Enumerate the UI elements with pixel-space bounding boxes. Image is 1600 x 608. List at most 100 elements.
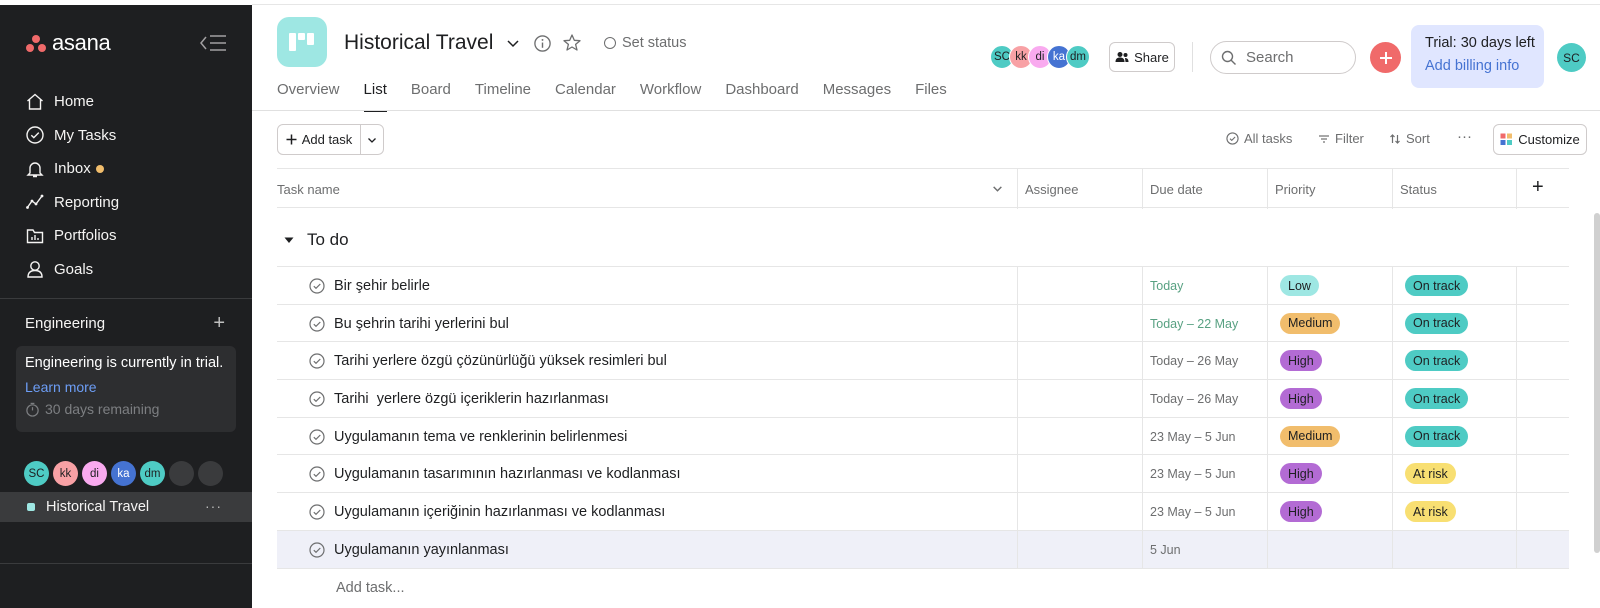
task-name[interactable]: Bu şehrin tarihi yerlerini bul bbox=[334, 316, 509, 332]
priority-badge[interactable]: High bbox=[1280, 501, 1322, 523]
sidebar-item-reporting[interactable]: Reporting bbox=[0, 186, 252, 220]
table-row[interactable]: Uygulamanın tema ve renklerinin belirlen… bbox=[277, 417, 1569, 456]
task-name[interactable]: Bir şehir belirle bbox=[334, 278, 430, 294]
table-row[interactable]: Uygulamanın yayınlanması 5 Jun bbox=[277, 530, 1569, 569]
user-avatar[interactable]: SC bbox=[1557, 43, 1586, 72]
status-badge[interactable]: On track bbox=[1405, 388, 1469, 410]
due-date[interactable]: 23 May – 5 Jun bbox=[1150, 505, 1235, 519]
project-members[interactable]: SC kk di ka dm bbox=[990, 45, 1090, 69]
star-icon[interactable] bbox=[562, 33, 582, 53]
asana-logo[interactable]: asana bbox=[26, 30, 111, 56]
tab-files[interactable]: Files bbox=[915, 81, 947, 111]
tab-calendar[interactable]: Calendar bbox=[555, 81, 616, 111]
tab-list[interactable]: List bbox=[363, 81, 388, 112]
due-date[interactable]: Today – 26 May bbox=[1150, 392, 1238, 406]
tab-overview[interactable]: Overview bbox=[277, 81, 340, 111]
chevron-down-icon[interactable] bbox=[992, 183, 1003, 194]
due-date[interactable]: 23 May – 5 Jun bbox=[1150, 467, 1235, 481]
task-name[interactable]: Uygulamanın içeriğinin hazırlanması ve k… bbox=[334, 504, 665, 520]
more-options-button[interactable]: ··· bbox=[1457, 128, 1472, 145]
triangle-down-icon[interactable] bbox=[283, 234, 295, 246]
chevron-down-icon[interactable] bbox=[505, 35, 521, 51]
priority-badge[interactable]: High bbox=[1280, 350, 1322, 372]
all-tasks-filter[interactable]: All tasks bbox=[1226, 131, 1292, 146]
status-badge[interactable]: At risk bbox=[1405, 463, 1456, 485]
trial-banner[interactable]: Trial: 30 days left Add billing info bbox=[1411, 25, 1544, 88]
sidebar-item-goals[interactable]: Goals bbox=[0, 253, 252, 287]
avatar[interactable]: kk bbox=[53, 461, 78, 486]
complete-task-icon[interactable] bbox=[309, 504, 325, 520]
column-assignee[interactable]: Assignee bbox=[1025, 182, 1078, 197]
table-row[interactable]: Tarihi yerlere özgü çözünürlüğü yüksek r… bbox=[277, 342, 1569, 381]
assignee-cell[interactable] bbox=[1018, 418, 1142, 455]
task-name[interactable]: Tarihi yerlere özgü çözünürlüğü yüksek r… bbox=[334, 353, 667, 369]
sidebar-item-inbox[interactable]: Inbox bbox=[0, 152, 252, 186]
project-more-button[interactable]: ··· bbox=[205, 498, 222, 514]
add-billing-link[interactable]: Add billing info bbox=[1425, 58, 1544, 74]
quick-add-button[interactable] bbox=[1370, 42, 1401, 73]
customize-button[interactable]: Customize bbox=[1493, 124, 1587, 155]
complete-task-icon[interactable] bbox=[309, 316, 325, 332]
tab-timeline[interactable]: Timeline bbox=[475, 81, 531, 111]
column-status[interactable]: Status bbox=[1400, 182, 1437, 197]
add-column-button[interactable]: + bbox=[1532, 176, 1544, 199]
collapse-sidebar-icon[interactable] bbox=[199, 33, 227, 53]
scrollbar[interactable] bbox=[1594, 213, 1600, 553]
avatar[interactable]: dm bbox=[1066, 45, 1090, 69]
priority-badge[interactable]: High bbox=[1280, 388, 1322, 410]
add-task-inline[interactable]: Add task... bbox=[336, 580, 405, 596]
task-name[interactable]: Uygulamanın yayınlanması bbox=[334, 542, 509, 558]
complete-task-icon[interactable] bbox=[309, 429, 325, 445]
status-badge[interactable]: On track bbox=[1405, 312, 1469, 334]
learn-more-link[interactable]: Learn more bbox=[25, 379, 227, 395]
status-badge[interactable]: On track bbox=[1405, 425, 1469, 447]
add-task-main[interactable]: Add task bbox=[278, 125, 361, 154]
sidebar-item-my-tasks[interactable]: My Tasks bbox=[0, 119, 252, 153]
avatar[interactable]: dm bbox=[140, 461, 165, 486]
project-title[interactable]: Historical Travel bbox=[344, 31, 493, 55]
status-badge[interactable]: On track bbox=[1405, 350, 1469, 372]
column-priority[interactable]: Priority bbox=[1275, 182, 1315, 197]
sidebar-item-home[interactable]: Home bbox=[0, 85, 252, 119]
priority-badge[interactable]: Low bbox=[1280, 275, 1319, 296]
assignee-cell[interactable] bbox=[1018, 531, 1142, 568]
due-date[interactable]: Today – 22 May bbox=[1150, 317, 1238, 331]
table-row[interactable]: Uygulamanın tasarımının hazırlanması ve … bbox=[277, 455, 1569, 494]
info-icon[interactable] bbox=[533, 34, 552, 53]
assignee-cell[interactable] bbox=[1018, 342, 1142, 379]
filter-button[interactable]: Filter bbox=[1318, 131, 1364, 146]
column-task-name[interactable]: Task name bbox=[277, 182, 340, 197]
complete-task-icon[interactable] bbox=[309, 391, 325, 407]
task-name[interactable]: Uygulamanın tema ve renklerinin belirlen… bbox=[334, 429, 627, 445]
team-header[interactable]: Engineering + bbox=[25, 313, 225, 333]
complete-task-icon[interactable] bbox=[309, 278, 325, 294]
table-row[interactable]: Bir şehir belirle Today Low On track bbox=[277, 267, 1569, 305]
avatar[interactable]: SC bbox=[24, 461, 49, 486]
table-row[interactable]: Uygulamanın içeriğinin hazırlanması ve k… bbox=[277, 493, 1569, 531]
status-badge[interactable]: At risk bbox=[1405, 501, 1456, 523]
sort-button[interactable]: Sort bbox=[1389, 131, 1430, 146]
due-date[interactable]: Today bbox=[1150, 279, 1183, 293]
column-due-date[interactable]: Due date bbox=[1150, 182, 1203, 197]
complete-task-icon[interactable] bbox=[309, 542, 325, 558]
section-header[interactable]: To do bbox=[283, 230, 349, 250]
assignee-cell[interactable] bbox=[1018, 305, 1142, 342]
due-date[interactable]: 5 Jun bbox=[1150, 543, 1181, 557]
due-date[interactable]: 23 May – 5 Jun bbox=[1150, 430, 1235, 444]
sidebar-item-portfolios[interactable]: Portfolios bbox=[0, 219, 252, 253]
priority-badge[interactable]: Medium bbox=[1280, 425, 1341, 447]
share-button[interactable]: Share bbox=[1109, 42, 1175, 72]
avatar[interactable]: di bbox=[82, 461, 107, 486]
assignee-cell[interactable] bbox=[1018, 267, 1142, 304]
avatar[interactable]: ka bbox=[111, 461, 136, 486]
task-name[interactable]: Uygulamanın tasarımının hazırlanması ve … bbox=[334, 466, 681, 482]
sidebar-project-historical-travel[interactable]: Historical Travel ··· bbox=[0, 492, 252, 522]
tab-dashboard[interactable]: Dashboard bbox=[725, 81, 798, 111]
table-row[interactable]: Bu şehrin tarihi yerlerini bul Today – 22… bbox=[277, 304, 1569, 343]
empty-avatar-slot[interactable] bbox=[169, 461, 194, 486]
complete-task-icon[interactable] bbox=[309, 353, 325, 369]
tab-messages[interactable]: Messages bbox=[823, 81, 891, 111]
add-task-dropdown[interactable] bbox=[361, 125, 383, 154]
project-icon[interactable] bbox=[277, 17, 327, 67]
due-date[interactable]: Today – 26 May bbox=[1150, 354, 1238, 368]
